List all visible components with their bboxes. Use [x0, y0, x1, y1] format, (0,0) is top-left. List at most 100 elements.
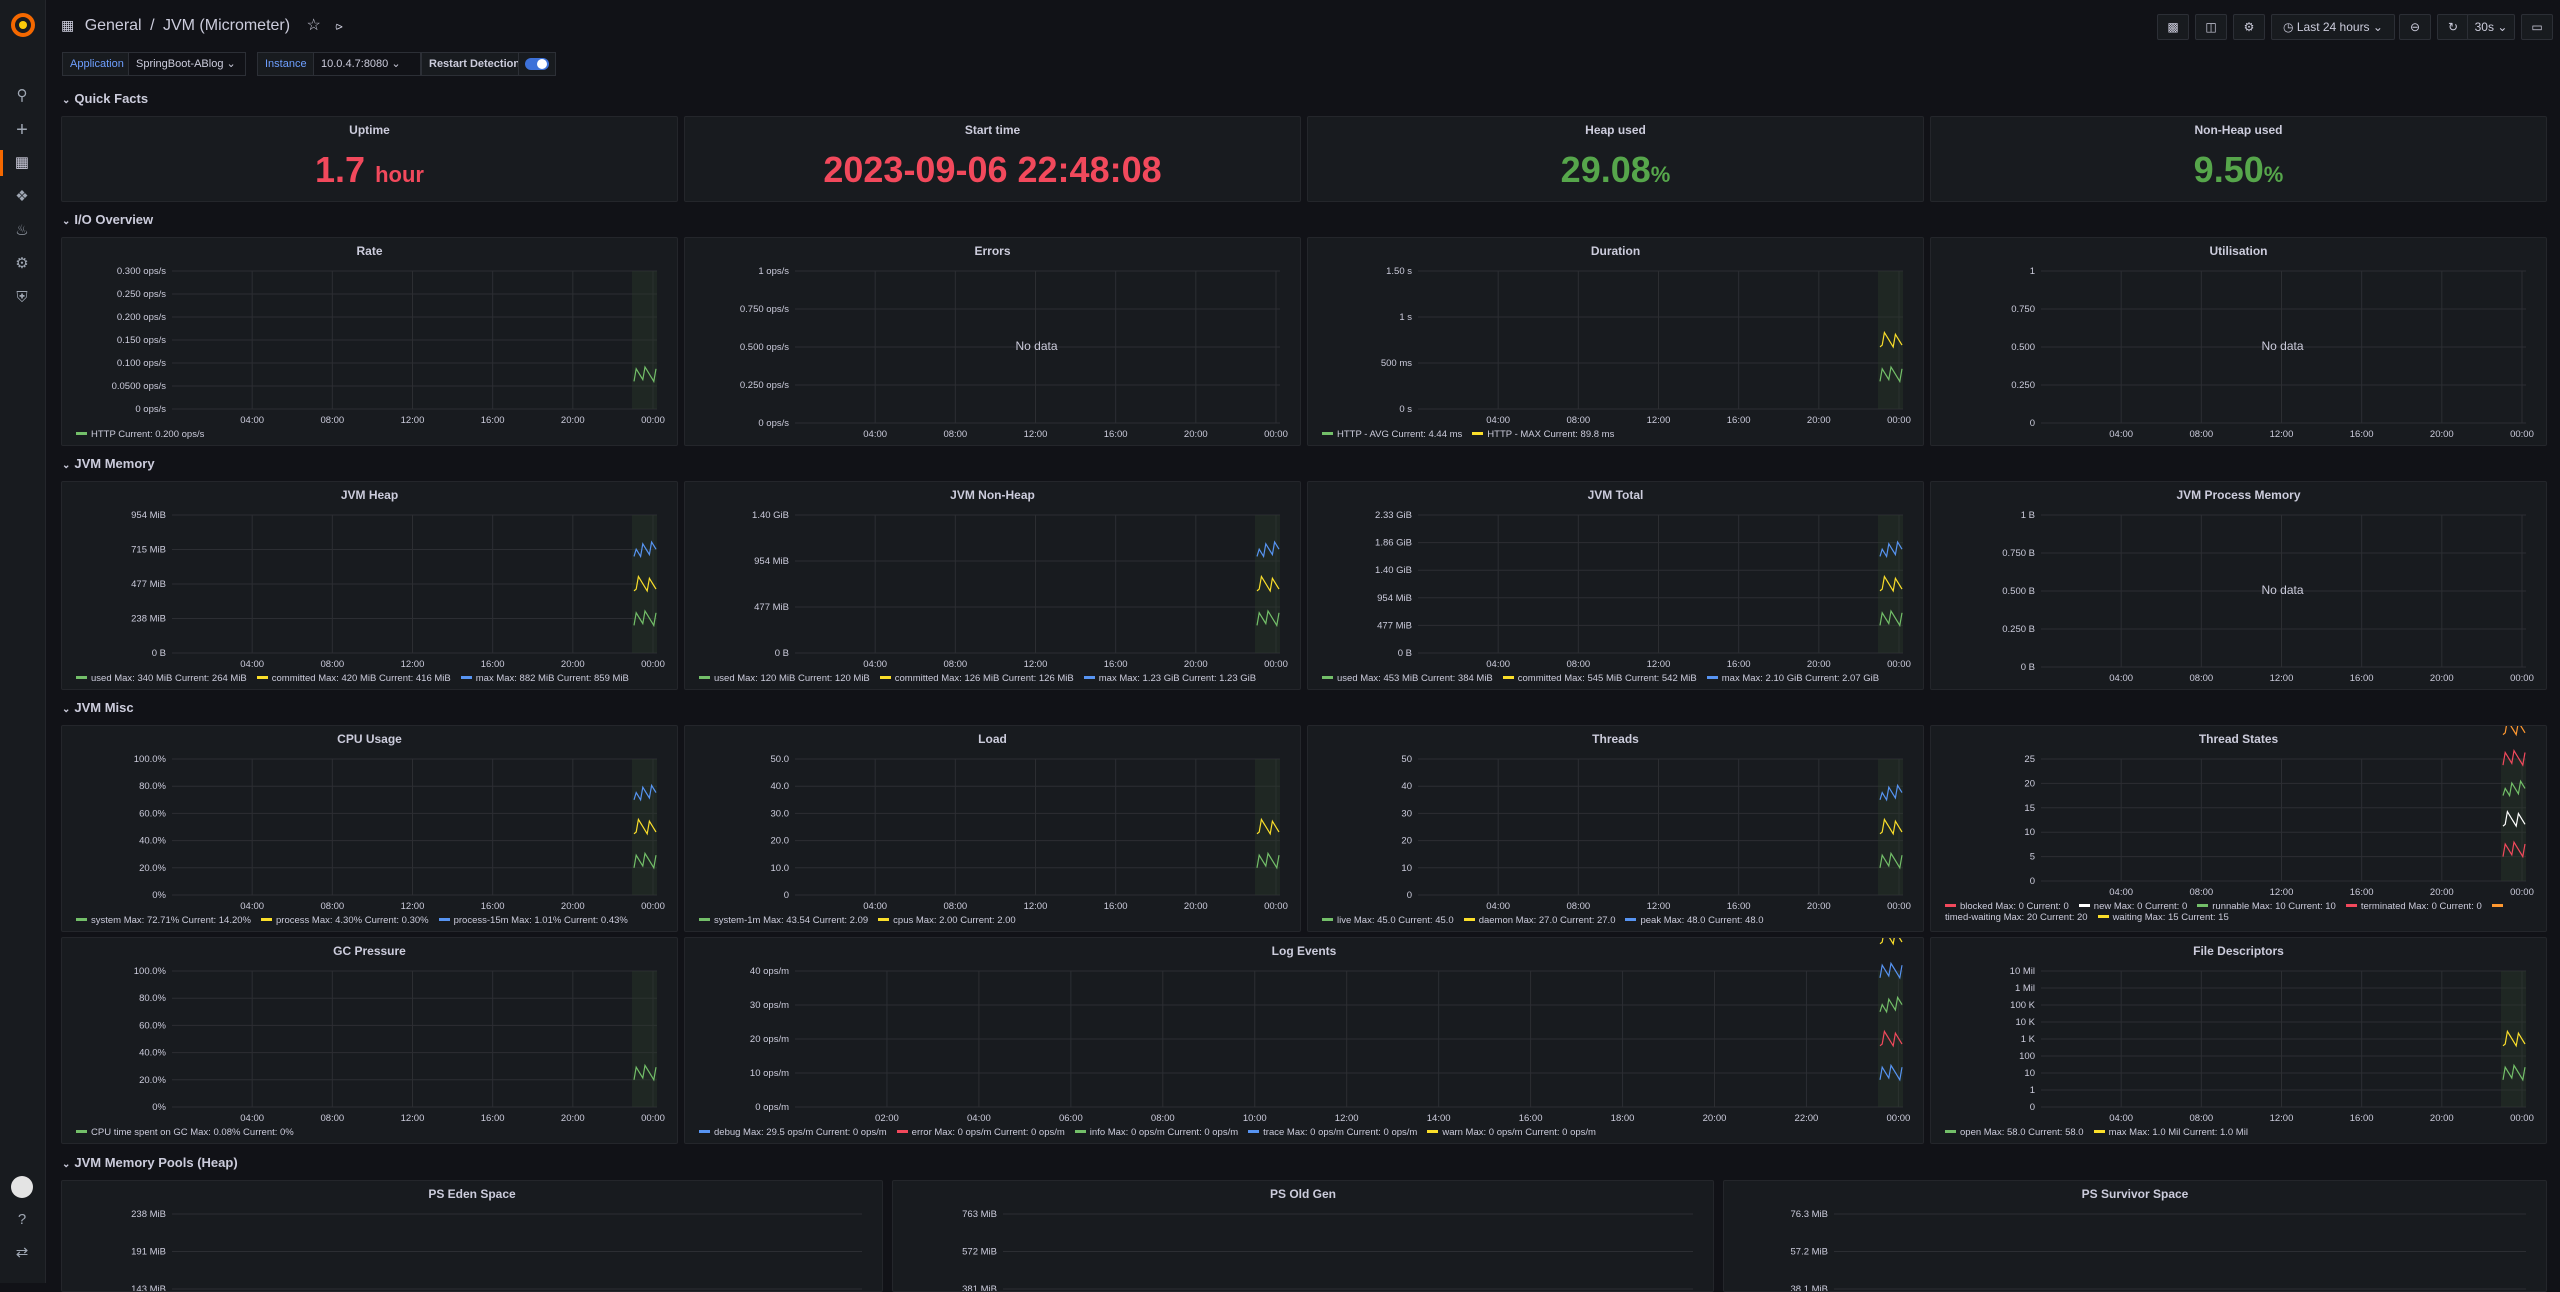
refresh-interval-picker[interactable]: 30s ⌄	[2467, 14, 2515, 40]
switch-arrows-icon[interactable]: ⇄	[12, 1243, 32, 1263]
panel-logs[interactable]: Log Events 40 ops/m 30 ops/m 20 ops/m 10 ops…	[684, 937, 1924, 1144]
legend-item[interactable]: terminated Max: 0 Current: 0	[2345, 901, 2482, 912]
breadcrumb-folder[interactable]: General	[85, 17, 142, 34]
legend-item[interactable]: process-15m Max: 1.01% Current: 0.43%	[438, 915, 628, 926]
panel-rate[interactable]: Rate 0.300 ops/s 0.250 ops/s 0.200 ops/s 0.1…	[61, 237, 678, 446]
legend-item[interactable]: HTTP Current: 0.200 ops/s	[76, 429, 204, 440]
share-icon[interactable]: ⪧	[335, 18, 342, 33]
tv-mode-icon[interactable]: ▭	[2521, 14, 2553, 40]
dashboards-icon[interactable]: ▦	[12, 153, 32, 173]
legend-item[interactable]: error Max: 0 ops/m Current: 0 ops/m	[896, 1127, 1065, 1138]
time-picker[interactable]: ◷ Last 24 hours ⌄	[2271, 14, 2395, 40]
panel-cpu[interactable]: CPU Usage 100.0% 80.0% 60.0% 40.0% 20.0% 0% 04:…	[61, 725, 678, 932]
legend-item[interactable]: committed Max: 545 MiB Current: 542 MiB	[1502, 673, 1697, 684]
legend-item[interactable]: max Max: 2.10 GiB Current: 2.07 GiB	[1706, 673, 1879, 684]
panel-oldgen[interactable]: PS Old Gen 763 MiB 572 MiB 381 MiB	[892, 1180, 1714, 1292]
panel-util[interactable]: Utilisation 1 0.750 0.500 0.250 0 04:00 08:00 12…	[1930, 237, 2547, 446]
panel-duration[interactable]: Duration 1.50 s1 s 500 ms 0 s 04:00 08:00 12:0…	[1307, 237, 1924, 446]
panel-gc[interactable]: GC Pressure 100.0% 80.0% 60.0% 40.0% 20.0% 0% 0…	[61, 937, 678, 1144]
alerting-bell-icon[interactable]: ♨	[12, 221, 32, 241]
legend-item[interactable]: trace Max: 0 ops/m Current: 0 ops/m	[1248, 1127, 1417, 1138]
panel-uptime[interactable]: Uptime 1.7 hour	[61, 116, 678, 202]
application-select[interactable]: SpringBoot-ABlog ⌄	[128, 52, 246, 76]
panel-start-time[interactable]: Start time 2023-09-06 22:48:08	[684, 116, 1301, 202]
row-jvm-memory-pools-heap[interactable]: ⌄ JVM Memory Pools (Heap)	[62, 1155, 238, 1170]
panel-tstates[interactable]: Thread States 25 20 15 10 5 0 04:00 08:00 12:00 16…	[1930, 725, 2547, 932]
instance-select[interactable]: 10.0.4.7:8080 ⌄	[313, 52, 421, 76]
legend-item[interactable]: process Max: 4.30% Current: 0.30%	[261, 915, 429, 926]
legend-item[interactable]: new Max: 0 Current: 0	[2078, 901, 2187, 912]
x-tick-label: 00:00	[1887, 415, 1911, 426]
panel-errors[interactable]: Errors 1 ops/s 0.750 ops/s 0.500 ops/s 0.250…	[684, 237, 1301, 446]
restart-detection-toggle[interactable]	[518, 52, 556, 76]
y-tick-label: 1	[2030, 266, 2035, 277]
legend-item[interactable]: max Max: 1.23 GiB Current: 1.23 GiB	[1083, 673, 1256, 684]
panel-threads[interactable]: Threads 50 40 30 20 10 0 04:00 08:00 12:00 16:00 20…	[1307, 725, 1924, 932]
shield-icon[interactable]: ⛨	[12, 288, 32, 308]
y-tick-label: 0.750 B	[2002, 548, 2035, 559]
panel-procmem[interactable]: JVM Process Memory 1 B 0.750 B 0.500 B 0.250…	[1930, 481, 2547, 690]
legend-item[interactable]: live Max: 45.0 Current: 45.0	[1322, 915, 1454, 926]
legend-item[interactable]: system-1m Max: 43.54 Current: 2.09	[699, 915, 868, 926]
panel-heap-used[interactable]: Heap used 29.08%	[1307, 116, 1924, 202]
stat-value: 1.7 hour	[62, 149, 677, 191]
help-icon[interactable]: ?	[12, 1210, 32, 1230]
dashboard-settings-icon[interactable]: ⚙	[2233, 14, 2265, 40]
panel-non-heap-used[interactable]: Non-Heap used 9.50%	[1930, 116, 2547, 202]
legend-item[interactable]: used Max: 453 MiB Current: 384 MiB	[1322, 673, 1493, 684]
row-quick-facts[interactable]: ⌄ Quick Facts	[62, 91, 148, 106]
legend-item[interactable]: committed Max: 420 MiB Current: 416 MiB	[256, 673, 451, 684]
y-tick-label: 1	[2030, 1085, 2035, 1096]
legend-text: used Max: 453 MiB Current: 384 MiB	[1337, 673, 1493, 684]
x-tick-label: 00:00	[641, 415, 665, 426]
grafana-logo-icon[interactable]	[9, 11, 37, 39]
row-jvm-memory[interactable]: ⌄ JVM Memory	[62, 456, 155, 471]
legend-text: waiting Max: 15 Current: 15	[2112, 912, 2229, 923]
legend-swatch	[460, 675, 472, 679]
legend-item[interactable]: max Max: 1.0 Mil Current: 1.0 Mil	[2093, 1127, 2248, 1138]
row-io-overview[interactable]: ⌄ I/O Overview	[62, 212, 153, 227]
active-indicator	[0, 150, 3, 176]
legend-item[interactable]: system Max: 72.71% Current: 14.20%	[76, 915, 251, 926]
legend-item[interactable]: peak Max: 48.0 Current: 48.0	[1625, 915, 1764, 926]
dashboard-title[interactable]: JVM (Micrometer)	[163, 17, 290, 34]
legend-item[interactable]: info Max: 0 ops/m Current: 0 ops/m	[1074, 1127, 1238, 1138]
panel-survivor[interactable]: PS Survivor Space 76.3 MiB 57.2 MiB 38.1 Mi…	[1723, 1180, 2547, 1292]
panel-heap[interactable]: JVM Heap 954 MiB 715 MiB 477 MiB 238 MiB 0 B0…	[61, 481, 678, 690]
legend-item[interactable]: cpus Max: 2.00 Current: 2.00	[878, 915, 1016, 926]
legend-item[interactable]: CPU time spent on GC Max: 0.08% Current:…	[76, 1127, 294, 1138]
legend-swatch	[1625, 917, 1637, 921]
legend-item[interactable]: open Max: 58.0 Current: 58.0	[1945, 1127, 2084, 1138]
save-dashboard-icon[interactable]: ◫	[2195, 14, 2227, 40]
panel-load[interactable]: Load 50.0 40.0 30.0 20.0 10.0 0 04:00 08:00 12:00…	[684, 725, 1301, 932]
legend-item[interactable]: max Max: 882 MiB Current: 859 MiB	[460, 673, 629, 684]
legend-item[interactable]: HTTP - AVG Current: 4.44 ms	[1322, 429, 1462, 440]
panel-total[interactable]: JVM Total 2.33 GiB 1.86 GiB 1.40 GiB 954 MiB…	[1307, 481, 1924, 690]
x-tick-label: 04:00	[863, 429, 887, 440]
panel-fd[interactable]: File Descriptors 10 Mil 1 Mil 100 K 10 K1 K1…	[1930, 937, 2547, 1144]
legend-item[interactable]: waiting Max: 15 Current: 15	[2097, 912, 2229, 923]
legend-item[interactable]: daemon Max: 27.0 Current: 27.0	[1463, 915, 1615, 926]
add-panel-icon[interactable]: ▩	[2157, 14, 2189, 40]
row-jvm-misc[interactable]: ⌄ JVM Misc	[62, 700, 134, 715]
legend-item[interactable]: committed Max: 126 MiB Current: 126 MiB	[879, 673, 1074, 684]
configuration-gear-icon[interactable]: ⚙	[12, 254, 32, 274]
legend-item[interactable]: blocked Max: 0 Current: 0	[1945, 901, 2069, 912]
plus-icon[interactable]: +	[12, 120, 32, 140]
refresh-icon[interactable]: ↻	[2437, 14, 2469, 40]
search-icon[interactable]: ⚲	[12, 86, 32, 106]
clock-icon: ◷	[2283, 20, 2294, 34]
explore-compass-icon[interactable]: ❖	[12, 187, 32, 207]
legend-item[interactable]: warn Max: 0 ops/m Current: 0 ops/m	[1427, 1127, 1596, 1138]
legend-item[interactable]: debug Max: 29.5 ops/m Current: 0 ops/m	[699, 1127, 887, 1138]
star-icon[interactable]: ☆	[307, 17, 321, 34]
legend-item[interactable]: used Max: 340 MiB Current: 264 MiB	[76, 673, 247, 684]
legend-item[interactable]: HTTP - MAX Current: 89.8 ms	[1472, 429, 1614, 440]
panel-eden[interactable]: PS Eden Space 238 MiB 191 MiB 143 MiB	[61, 1180, 883, 1292]
legend-item[interactable]: used Max: 120 MiB Current: 120 MiB	[699, 673, 870, 684]
panel-nonheap[interactable]: JVM Non-Heap 1.40 GiB 954 MiB 477 MiB 0 B 04:…	[684, 481, 1301, 690]
zoom-out-icon[interactable]: ⊖	[2399, 14, 2431, 40]
legend-item[interactable]: runnable Max: 10 Current: 10	[2197, 901, 2336, 912]
avatar[interactable]	[11, 1176, 33, 1198]
legend-swatch	[1427, 1129, 1439, 1133]
